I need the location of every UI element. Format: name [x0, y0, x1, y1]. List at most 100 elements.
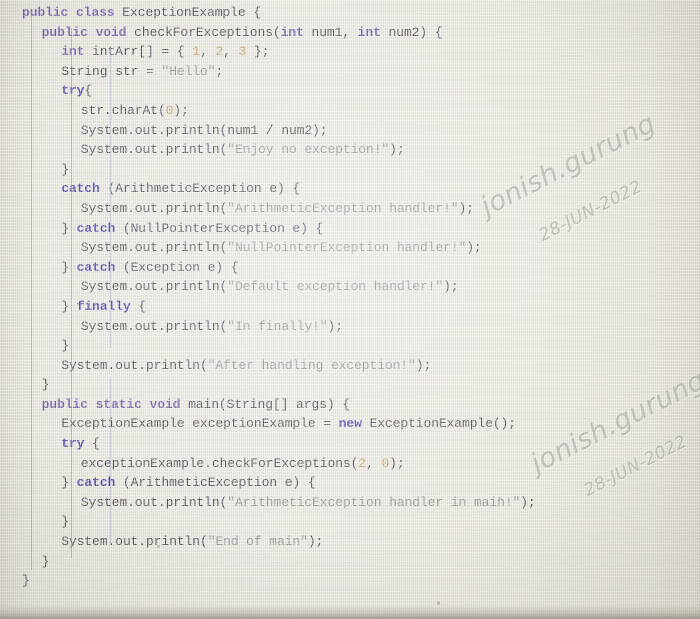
code-token-id: } — [61, 514, 69, 530]
code-token-id: ); — [327, 318, 343, 334]
code-line[interactable]: System.out.println(num1 / num2); — [0, 121, 700, 141]
code-token-kw2: try — [61, 436, 85, 452]
code-token-id: ExceptionExample(); — [361, 416, 517, 432]
code-line[interactable]: System.out.println("Enjoy no exception!"… — [0, 140, 700, 160]
code-editor-area[interactable]: public class ExceptionExample {public vo… — [0, 0, 700, 619]
code-token-kw2: catch — [76, 475, 116, 491]
code-line[interactable]: } — [0, 375, 700, 395]
code-line[interactable]: public class ExceptionExample { — [0, 3, 700, 23]
code-line[interactable]: int intArr[] = { 1, 2, 3 }; — [0, 42, 700, 62]
code-token-id: ExceptionExample exceptionExample = — [61, 416, 339, 432]
code-token-id: } — [61, 161, 69, 177]
code-token-id: (NullPointerException e) { — [115, 220, 324, 236]
code-line[interactable]: } — [0, 512, 700, 532]
code-token-id: num1, — [303, 24, 358, 40]
code-line[interactable]: String str = "Hello"; — [0, 62, 700, 82]
code-token-kw2: catch — [61, 181, 100, 197]
code-line[interactable]: try { — [0, 434, 700, 454]
code-token-id: , — [223, 44, 239, 60]
code-token-id: } — [61, 475, 77, 491]
code-token-num: 1 — [192, 44, 200, 60]
code-token-id: System.out.println( — [80, 279, 228, 295]
code-token-id: ); — [307, 534, 324, 550]
code-token-id: } — [41, 553, 50, 569]
code-line[interactable]: } catch (ArithmeticException e) { — [0, 473, 700, 493]
code-token-id: System.out.println( — [61, 357, 208, 373]
code-line[interactable]: } finally { — [0, 297, 700, 317]
code-token-id: ; — [215, 63, 224, 79]
code-line[interactable]: catch (ArithmeticException e) { — [0, 179, 700, 199]
code-line[interactable]: ExceptionExample exceptionExample = new … — [0, 414, 700, 434]
code-token-kw: public — [41, 396, 88, 412]
code-line[interactable]: } — [0, 571, 700, 591]
code-line[interactable]: } — [0, 336, 700, 356]
code-token-id: ); — [389, 142, 405, 158]
code-token-kw2: catch — [76, 220, 116, 236]
code-token-id: (Exception e) { — [115, 259, 239, 275]
code-token-id: } — [22, 573, 30, 589]
code-token-pn — [142, 397, 150, 412]
code-token-id: num2) { — [380, 24, 443, 40]
code-token-num: 2 — [215, 44, 224, 60]
code-token-id: System.out.println( — [80, 318, 228, 334]
code-line[interactable]: System.out.println("Default exception ha… — [0, 277, 700, 297]
code-line[interactable]: str.charAt(0); — [0, 101, 700, 121]
code-screenshot: public class ExceptionExample {public vo… — [0, 0, 700, 619]
code-line[interactable]: public void checkForExceptions(int num1,… — [0, 23, 700, 43]
code-token-id: checkForExceptions( — [134, 24, 281, 40]
code-token-kw2: try — [61, 83, 85, 99]
code-token-pn — [88, 25, 96, 40]
code-token-str: "ArithmeticException handler in main!" — [227, 494, 521, 510]
code-line[interactable]: System.out.println("ArithmeticException … — [0, 199, 700, 219]
code-token-str: "ArithmeticException handler!" — [227, 200, 459, 216]
code-token-id: System.out.println(num1 / num2); — [80, 122, 328, 138]
code-token-kw: void — [95, 24, 127, 40]
code-token-pn: { — [245, 5, 261, 20]
code-line[interactable]: System.out.println("In finally!"); — [0, 317, 700, 337]
code-line[interactable]: System.out.println("NullPointerException… — [0, 238, 700, 258]
code-token-id: exceptionExample.checkForExceptions( — [80, 455, 359, 471]
code-line[interactable]: System.out.println("After handling excep… — [0, 356, 700, 376]
code-token-kw2: catch — [76, 259, 116, 275]
code-token-id: , — [366, 455, 382, 471]
code-token-kw: int — [280, 24, 304, 40]
code-token-kw: int — [61, 44, 85, 60]
code-line[interactable]: exceptionExample.checkForExceptions(2, 0… — [0, 454, 700, 474]
code-line[interactable]: System.out.println("End of main"); — [0, 532, 700, 552]
code-token-str: "Enjoy no exception!" — [227, 142, 390, 158]
code-token-kw: static — [95, 396, 142, 412]
code-token-id: ExceptionExample — [122, 5, 246, 20]
code-token-kw2: finally — [76, 298, 131, 314]
code-token-str: "In finally!" — [227, 318, 328, 334]
code-token-id: (ArithmeticException e) { — [99, 181, 301, 197]
code-token-kw: public — [41, 24, 88, 40]
code-token-id: ); — [173, 102, 189, 118]
code-token-str: "End of main" — [207, 534, 308, 550]
code-token-id: System.out.println( — [80, 142, 228, 158]
code-line[interactable]: } catch (Exception e) { — [0, 258, 700, 278]
code-token-pn — [68, 5, 76, 20]
code-line[interactable]: } — [0, 160, 700, 180]
code-token-id: System.out.println( — [80, 494, 228, 510]
code-token-id: ); — [520, 494, 536, 510]
code-token-id: (ArithmeticException e) { — [115, 475, 316, 491]
code-line[interactable]: public static void main(String[] args) { — [0, 395, 700, 415]
code-token-num: 2 — [358, 455, 366, 471]
code-token-str: "After handling exception!" — [207, 357, 416, 373]
code-token-id: { — [84, 83, 93, 99]
code-token-pn — [88, 397, 96, 412]
code-token-kw2: new — [338, 416, 362, 432]
code-token-id: ); — [458, 200, 474, 216]
code-token-id: ); — [415, 357, 432, 373]
code-token-id: intArr[] = { — [84, 44, 193, 60]
code-token-kw: void — [149, 396, 181, 412]
code-line[interactable]: try{ — [0, 81, 700, 101]
code-token-id: , — [199, 44, 216, 60]
code-token-id: String str = — [61, 63, 162, 79]
code-line[interactable]: } — [0, 552, 700, 572]
code-line[interactable]: } catch (NullPointerException e) { — [0, 219, 700, 239]
code-token-kw: class — [75, 5, 115, 20]
code-token-id: { — [130, 298, 146, 314]
code-token-id: }; — [246, 44, 270, 60]
code-line[interactable]: System.out.println("ArithmeticException … — [0, 493, 700, 513]
